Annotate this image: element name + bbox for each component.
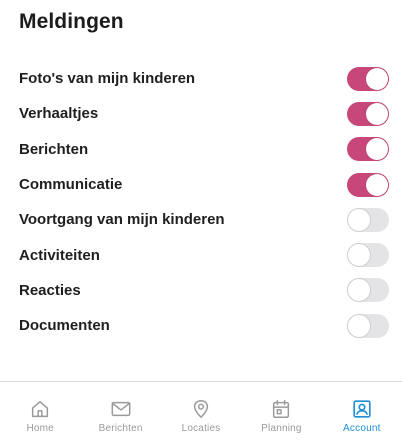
toggle-voortgang[interactable] — [347, 207, 389, 232]
tab-locaties[interactable]: Locaties — [161, 382, 241, 444]
tab-home[interactable]: Home — [0, 382, 80, 444]
toggle-reacties[interactable] — [347, 278, 389, 303]
toggle-fotos[interactable] — [347, 66, 389, 91]
toggle-knob — [347, 278, 371, 303]
setting-row-documenten: Documenten — [19, 308, 389, 343]
toggle-knob — [366, 138, 388, 161]
toggle-knob — [366, 67, 388, 90]
tab-label: Home — [26, 423, 54, 434]
calendar-icon — [273, 400, 290, 418]
toggle-knob — [347, 243, 371, 268]
tab-label: Account — [343, 423, 381, 434]
setting-label: Verhaaltjes — [19, 105, 99, 123]
setting-label: Foto's van mijn kinderen — [19, 70, 196, 88]
tab-label: Locaties — [181, 423, 221, 434]
setting-row-berichten: Berichten — [19, 132, 389, 167]
setting-row-activiteiten: Activiteiten — [19, 237, 389, 272]
notification-settings-list: Foto's van mijn kinderen Verhaaltjes Ber… — [19, 61, 389, 343]
tab-berichten[interactable]: Berichten — [80, 382, 160, 444]
tab-label: Planning — [261, 423, 302, 434]
setting-row-fotos: Foto's van mijn kinderen — [19, 61, 389, 96]
setting-label: Activiteiten — [19, 246, 100, 264]
tab-planning[interactable]: Planning — [241, 382, 321, 444]
setting-label: Documenten — [19, 317, 110, 335]
page-title: Meldingen — [19, 10, 124, 33]
tab-label: Berichten — [98, 423, 143, 434]
tab-account[interactable]: Account — [322, 382, 402, 444]
home-icon — [32, 400, 49, 418]
toggle-activiteiten[interactable] — [347, 243, 389, 268]
bottom-tab-bar: Home Berichten Locaties Planning Account — [0, 381, 402, 444]
toggle-knob — [366, 173, 388, 196]
mail-icon — [111, 401, 131, 417]
toggle-berichten[interactable] — [347, 137, 389, 162]
setting-row-voortgang: Voortgang van mijn kinderen — [19, 202, 389, 237]
setting-label: Communicatie — [19, 176, 123, 194]
account-icon — [353, 400, 371, 418]
setting-label: Berichten — [19, 140, 89, 158]
setting-row-reacties: Reacties — [19, 273, 389, 308]
toggle-knob — [347, 207, 371, 232]
setting-row-communicatie: Communicatie — [19, 167, 389, 202]
toggle-knob — [347, 313, 371, 338]
toggle-knob — [366, 102, 388, 125]
setting-row-verhaaltjes: Verhaaltjes — [19, 96, 389, 131]
toggle-documenten[interactable] — [347, 313, 389, 338]
toggle-verhaaltjes[interactable] — [347, 101, 389, 126]
setting-label: Voortgang van mijn kinderen — [19, 211, 225, 229]
setting-label: Reacties — [19, 281, 81, 299]
location-pin-icon — [193, 400, 209, 418]
toggle-communicatie[interactable] — [347, 172, 389, 197]
